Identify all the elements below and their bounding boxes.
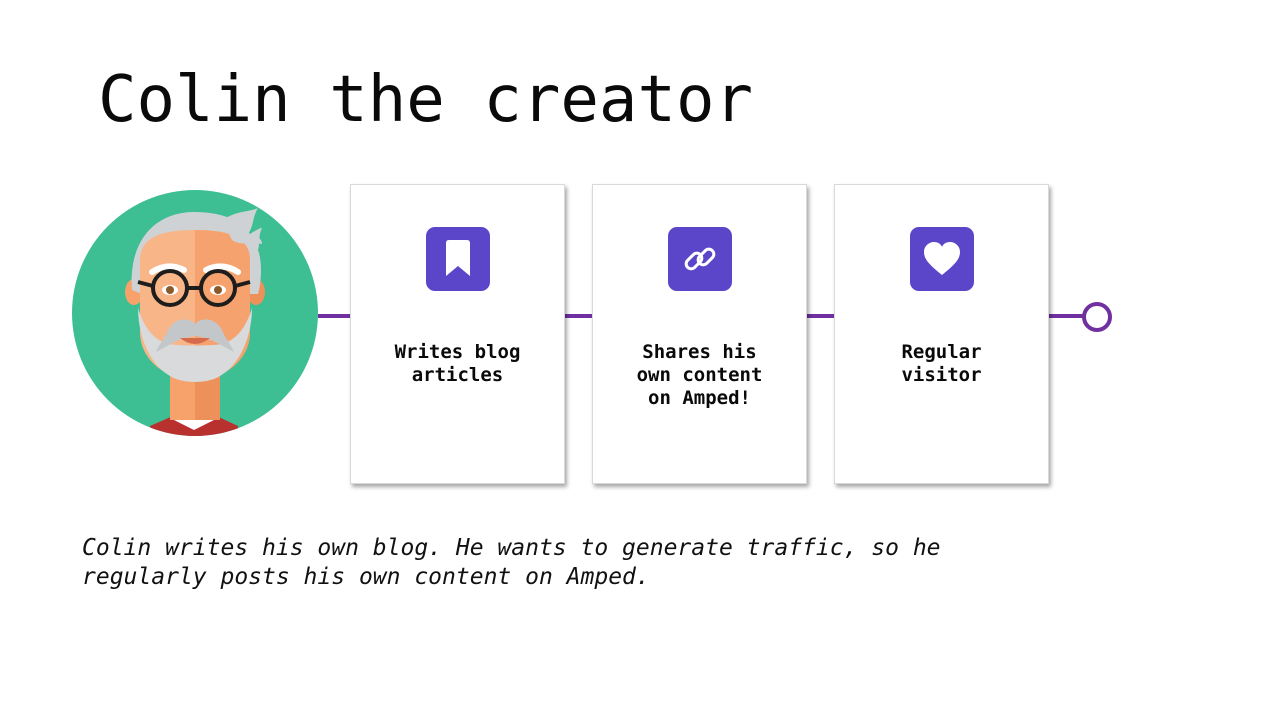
persona-avatar xyxy=(72,190,318,436)
timeline-card: Writes blog articles xyxy=(350,184,565,484)
card-label: Writes blog articles xyxy=(394,341,521,386)
old-man-glasses-avatar-icon xyxy=(72,190,318,436)
card-label: Shares his own content on Amped! xyxy=(636,341,763,409)
timeline-end-marker xyxy=(1082,302,1112,332)
slide: Colin the creator Writes blog articles S… xyxy=(0,0,1280,720)
link-icon xyxy=(667,227,732,291)
card-label: Regular visitor xyxy=(901,341,982,386)
timeline-card: Shares his own content on Amped! xyxy=(592,184,807,484)
bookmark-icon xyxy=(425,227,490,291)
timeline-connector xyxy=(318,314,350,318)
timeline-connector xyxy=(807,314,834,318)
timeline-card: Regular visitor xyxy=(834,184,1049,484)
slide-title: Colin the creator xyxy=(98,63,754,137)
heart-icon xyxy=(909,227,974,291)
timeline-connector xyxy=(565,314,592,318)
timeline-connector xyxy=(1049,314,1083,318)
persona-description: Colin writes his own blog. He wants to g… xyxy=(82,535,941,590)
